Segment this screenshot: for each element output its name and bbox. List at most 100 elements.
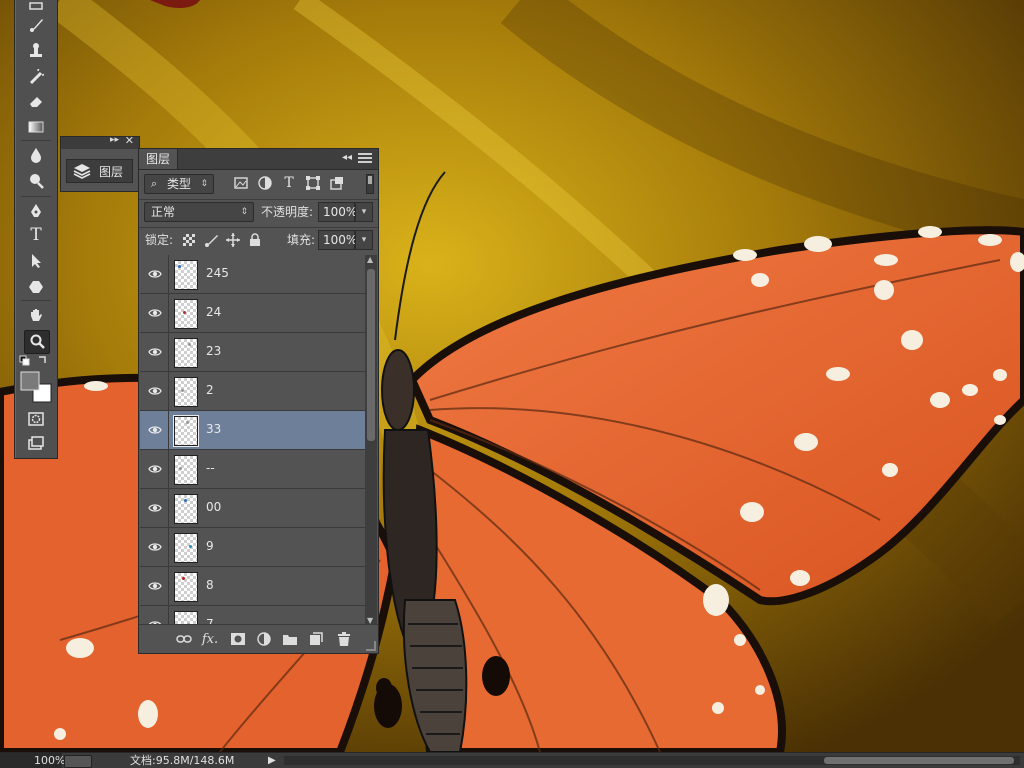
filter-shape-icon[interactable] [305,175,321,191]
new-layer-icon[interactable] [307,630,325,648]
fill-input[interactable]: 100% [318,230,357,250]
layer-name[interactable]: 23 [206,344,221,358]
layer-row[interactable]: 8 [140,567,366,606]
default-colors-icon[interactable] [19,354,51,366]
tab-layers[interactable]: 图层 [139,149,179,169]
link-layers-icon[interactable] [175,630,193,648]
horizontal-scrollbar-thumb[interactable] [824,757,1014,764]
quick-mask-icon[interactable] [24,408,48,430]
gradient-tool-icon[interactable] [24,116,48,138]
clone-stamp-icon[interactable] [24,40,48,62]
visibility-eye-icon[interactable] [148,579,162,593]
layer-row[interactable]: 245 [140,255,366,294]
layer-row[interactable]: 24 [140,294,366,333]
filter-adjustment-icon[interactable] [257,175,273,191]
opacity-dropdown-icon[interactable]: ▾ [355,202,373,222]
filter-type-icon[interactable]: T [281,175,297,191]
lock-image-icon[interactable] [203,232,219,248]
status-menu-arrow-icon[interactable]: ▶ [268,753,276,768]
opacity-input[interactable]: 100% [318,202,357,222]
history-brush-icon[interactable] [24,66,48,88]
layer-name[interactable]: 245 [206,266,229,280]
layer-list-scrollbar[interactable]: ▲ ▼ [365,255,377,625]
layer-thumbnail[interactable] [174,611,198,625]
brush-tool-icon[interactable] [24,14,48,36]
layer-thumbnail[interactable] [174,299,198,329]
layer-thumbnail[interactable] [174,572,198,602]
visibility-eye-icon[interactable] [148,423,162,437]
zoom-tool-icon[interactable] [24,330,50,354]
layer-thumbnail[interactable] [174,260,198,290]
visibility-eye-icon[interactable] [148,540,162,554]
zoom-level[interactable]: 100% [0,753,65,768]
lock-all-icon[interactable] [247,232,263,248]
hand-tool-icon[interactable] [24,304,48,326]
layer-thumbnail[interactable] [174,455,198,485]
pen-tool-icon[interactable] [24,200,48,222]
blend-mode-select[interactable]: 正常 ⇕ [144,202,254,222]
add-mask-icon[interactable] [229,630,247,648]
visibility-eye-icon[interactable] [148,345,162,359]
layer-thumbnail[interactable] [174,377,198,407]
layer-name[interactable]: 2 [206,383,214,397]
color-swatches[interactable] [19,370,53,404]
layer-row[interactable]: 9 [140,528,366,567]
scroll-up-icon[interactable]: ▲ [367,255,373,264]
layer-name[interactable]: -- [206,461,215,475]
horizontal-scrollbar[interactable] [284,756,1020,765]
screen-mode-icon[interactable] [24,432,48,454]
shape-tool-icon[interactable] [24,276,48,298]
visibility-eye-icon[interactable] [148,267,162,281]
layer-thumbnail[interactable] [173,415,199,447]
layer-name[interactable]: 9 [206,539,214,553]
path-selection-icon[interactable] [24,250,48,272]
layer-row[interactable]: 2 [140,372,366,411]
layer-row[interactable]: 23 [140,333,366,372]
layer-row[interactable]: 7 [140,606,366,625]
layer-name[interactable]: 33 [206,422,221,436]
panel-menu-icon[interactable] [358,153,372,165]
dodge-tool-icon[interactable] [24,170,48,192]
delete-layer-icon[interactable] [335,630,353,648]
blur-tool-icon[interactable] [24,144,48,166]
layer-name[interactable]: 24 [206,305,221,319]
layer-thumbnail[interactable] [174,338,198,368]
panel-resize-grip[interactable] [366,641,376,651]
blend-mode-value: 正常 [151,205,176,219]
fill-dropdown-icon[interactable]: ▾ [355,230,373,250]
tools-panel: T [14,0,58,459]
visibility-eye-icon[interactable] [148,501,162,515]
filter-kind-select[interactable]: ⌕ 类型 ⇕ [144,174,214,194]
row-divider [168,372,169,410]
dock-header[interactable]: ▸▸ ✕ [61,134,139,149]
healing-brush-icon[interactable] [24,0,48,12]
layer-row[interactable]: 33 [140,411,366,450]
zoom-options-icon[interactable] [64,755,92,768]
thumbnail-content-mark [188,343,191,346]
scrollbar-thumb[interactable] [367,269,375,441]
expand-panels-icon[interactable]: ▸▸ [110,135,119,145]
new-group-icon[interactable] [281,630,299,648]
thumbnail-content-mark [189,545,192,548]
filter-smart-object-icon[interactable] [329,175,345,191]
new-adjustment-layer-icon[interactable] [255,630,273,648]
layer-thumbnail[interactable] [174,533,198,563]
collapse-panel-icon[interactable]: ◂◂ [342,152,352,163]
lock-position-icon[interactable] [225,232,241,248]
layer-row[interactable]: -- [140,450,366,489]
layer-thumbnail[interactable] [174,494,198,524]
visibility-eye-icon[interactable] [148,384,162,398]
visibility-eye-icon[interactable] [148,462,162,476]
layers-panel-button[interactable]: 图层 [66,159,133,183]
layer-style-fx-icon[interactable]: fx. [201,630,219,648]
lock-transparent-icon[interactable] [181,232,197,248]
filter-pixel-icon[interactable] [233,175,249,191]
close-icon[interactable]: ✕ [125,134,134,147]
eraser-icon[interactable] [24,90,48,112]
type-tool-icon[interactable]: T [24,224,48,246]
layer-name[interactable]: 00 [206,500,221,514]
filter-toggle-switch[interactable] [366,174,374,194]
visibility-eye-icon[interactable] [148,306,162,320]
layer-name[interactable]: 8 [206,578,214,592]
layer-row[interactable]: 00 [140,489,366,528]
